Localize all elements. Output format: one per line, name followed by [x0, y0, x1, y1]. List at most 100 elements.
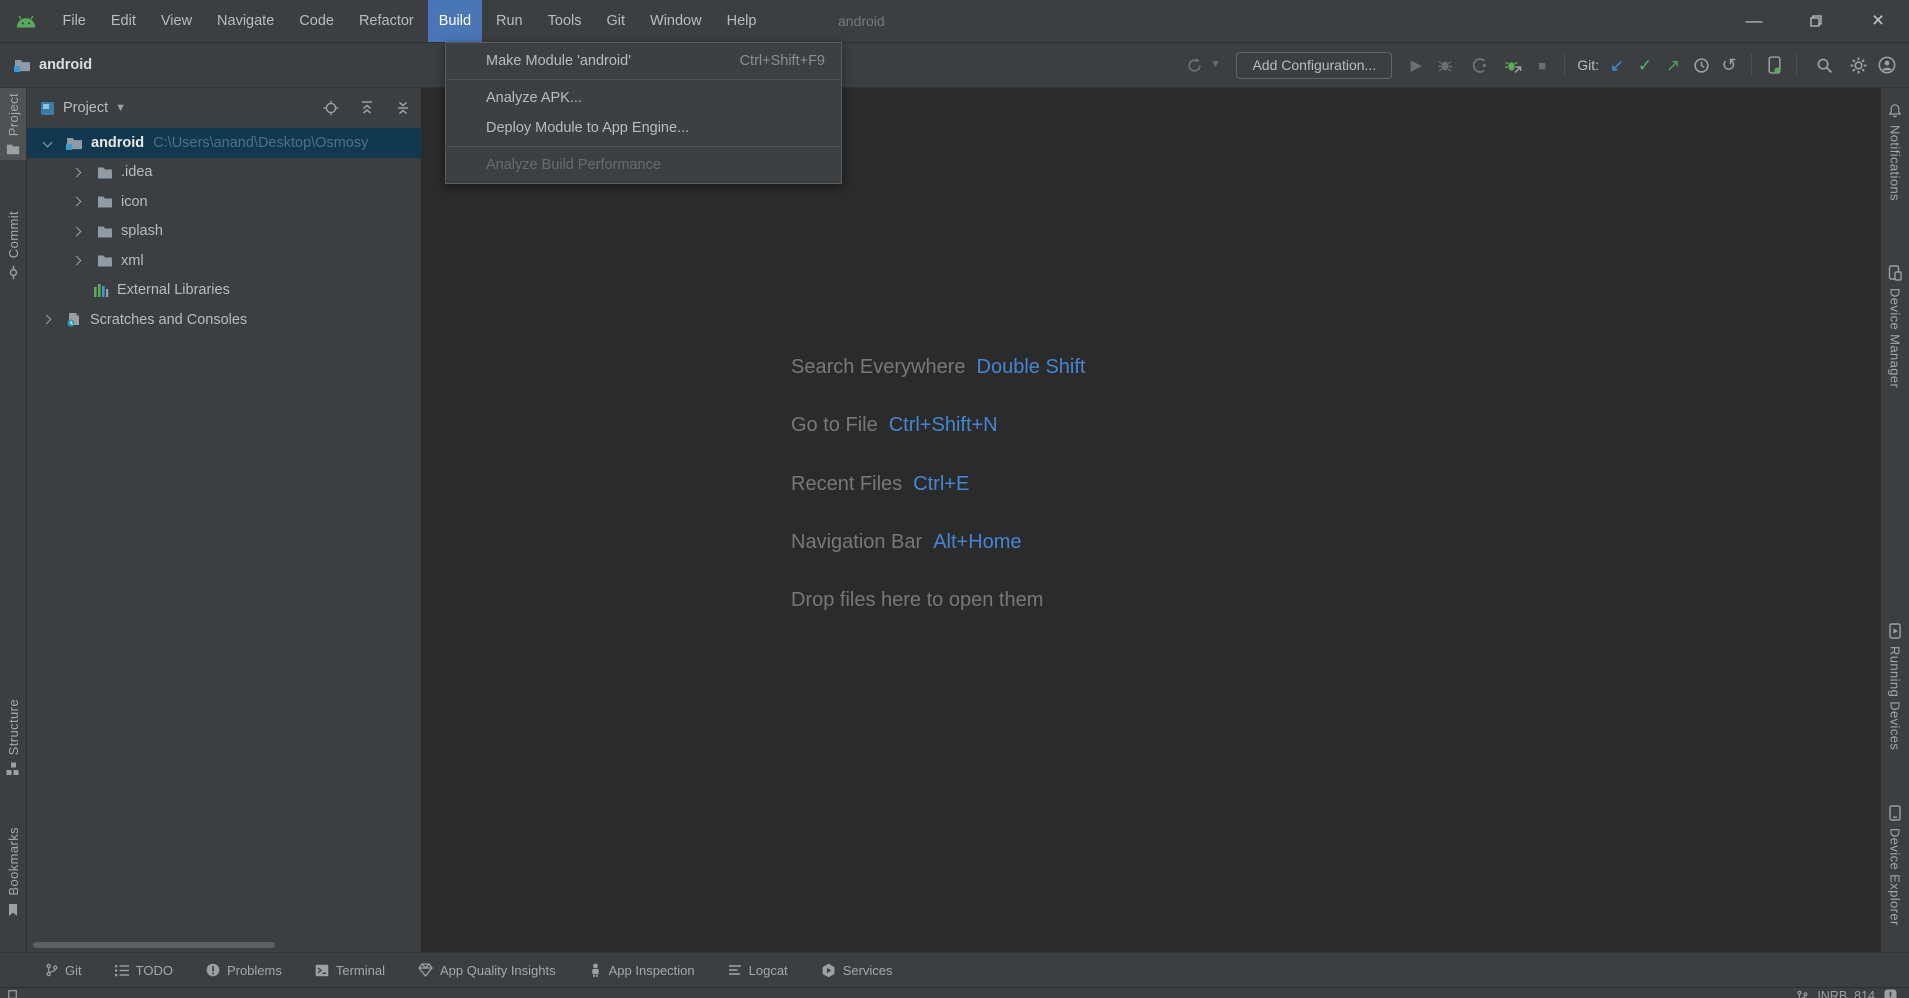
rollback-icon[interactable]: ↺ [1717, 53, 1741, 77]
tool-window-tab-device-manager[interactable]: Device Manager [1881, 260, 1909, 393]
menu-navigate[interactable]: Navigate [206, 0, 285, 42]
menu-build[interactable]: Build [428, 0, 482, 42]
chevron-expanded-icon[interactable] [43, 138, 53, 148]
notifications-badge-icon[interactable] [1884, 989, 1897, 998]
git-push-icon[interactable]: ↗ [1661, 53, 1685, 77]
menu-tools[interactable]: Tools [537, 0, 593, 42]
tree-row-idea[interactable]: .idea [27, 158, 421, 188]
git-commit-check-icon[interactable]: ✓ [1633, 53, 1657, 77]
toolbar-separator [1796, 54, 1797, 76]
git-update-icon[interactable]: ↙ [1605, 53, 1629, 77]
status-bar-right: INRB_814 [1796, 989, 1897, 998]
structure-grid-icon [6, 762, 20, 776]
logcat-lines-icon [728, 964, 742, 976]
services-hexagon-icon [821, 963, 836, 978]
bell-icon [1888, 103, 1902, 118]
chevron-down-icon[interactable]: ▼ [1211, 60, 1221, 70]
menu-item-deploy-module[interactable]: Deploy Module to App Engine... [446, 113, 841, 143]
tool-window-tab-todo[interactable]: TODO [115, 963, 173, 978]
chevron-down-icon[interactable]: ▼ [115, 102, 126, 114]
folder-icon [97, 166, 113, 179]
bottom-tool-window-bar: Git TODO Problems Terminal App Quality I… [0, 952, 1909, 987]
tool-window-tab-structure[interactable]: Structure [0, 694, 26, 781]
menu-git[interactable]: Git [595, 0, 636, 42]
tool-window-tab-problems[interactable]: Problems [206, 963, 282, 978]
module-folder-icon [66, 136, 83, 150]
git-branch-name[interactable]: INRB_814 [1817, 989, 1875, 998]
build-menu-dropdown: Make Module 'android' Ctrl+Shift+F9 Anal… [445, 42, 842, 184]
menu-view[interactable]: View [150, 0, 203, 42]
debug-button [1433, 53, 1457, 77]
menu-refactor[interactable]: Refactor [348, 0, 425, 42]
hint-shortcut: Double Shift [977, 356, 1086, 378]
menu-help[interactable]: Help [716, 0, 768, 42]
tool-window-tab-app-quality-insights[interactable]: App Quality Insights [418, 963, 556, 978]
navigation-bar-breadcrumb[interactable]: android [14, 57, 92, 73]
tool-window-tab-services[interactable]: Services [821, 963, 893, 978]
tool-window-tab-git[interactable]: Git [45, 963, 82, 978]
tool-window-tab-terminal[interactable]: Terminal [315, 963, 385, 978]
chevron-collapsed-icon[interactable] [72, 256, 82, 266]
device-manager-icon [1888, 265, 1902, 281]
settings-gear-icon[interactable] [1846, 53, 1870, 77]
chevron-collapsed-icon[interactable] [72, 167, 82, 177]
profiler-low-overhead-button[interactable] [1501, 53, 1525, 77]
tool-window-tab-project[interactable]: Project [0, 88, 26, 160]
hint-shortcut: Ctrl+Shift+N [889, 414, 998, 436]
menu-edit[interactable]: Edit [100, 0, 147, 42]
close-button[interactable]: × [1847, 0, 1909, 42]
hint-drop-files: Drop files here to open them [791, 589, 1043, 612]
minimize-button[interactable]: — [1723, 0, 1785, 42]
expand-all-icon[interactable] [359, 100, 375, 116]
menu-item-analyze-apk[interactable]: Analyze APK... [446, 83, 841, 113]
tree-row-android-root[interactable]: android C:\Users\anand\Desktop\Osmosy [27, 128, 421, 158]
bookmark-icon [7, 903, 19, 917]
project-view-selector[interactable]: Project [63, 100, 108, 116]
tool-window-tab-commit[interactable]: Commit [0, 206, 26, 285]
status-panel-icon[interactable] [8, 990, 17, 998]
tool-window-tab-app-inspection[interactable]: App Inspection [589, 963, 695, 978]
tool-window-tab-running-devices[interactable]: Running Devices [1881, 618, 1909, 755]
gem-icon [418, 963, 433, 977]
tree-row-icon[interactable]: icon [27, 187, 421, 217]
tree-row-scratches[interactable]: Scratches and Consoles [27, 305, 421, 335]
menu-file[interactable]: File [52, 0, 97, 42]
collapse-all-icon[interactable] [395, 100, 411, 116]
git-toolbar-label: Git: [1577, 57, 1599, 73]
sync-icon[interactable] [1183, 53, 1207, 77]
folder-icon [97, 225, 113, 238]
main-content: Project Commit Structure Bookmarks Proje… [0, 88, 1909, 952]
tree-row-external-libraries[interactable]: External Libraries [27, 276, 421, 306]
device-selector-icon[interactable] [1762, 53, 1786, 77]
git-branch-icon [1796, 990, 1808, 998]
menu-item-make-module[interactable]: Make Module 'android' Ctrl+Shift+F9 [446, 46, 841, 76]
tree-row-xml[interactable]: xml [27, 246, 421, 276]
project-tree: android C:\Users\anand\Desktop\Osmosy .i… [27, 128, 421, 335]
menu-code[interactable]: Code [288, 0, 345, 42]
tree-row-splash[interactable]: splash [27, 217, 421, 247]
maximize-button[interactable] [1785, 0, 1847, 42]
device-explorer-icon [1888, 805, 1902, 821]
chevron-collapsed-icon[interactable] [72, 197, 82, 207]
project-path: C:\Users\anand\Desktop\Osmosy [153, 135, 368, 151]
locate-file-icon[interactable] [323, 100, 339, 116]
commit-icon [6, 265, 21, 280]
add-configuration-button[interactable]: Add Configuration... [1236, 52, 1392, 79]
folder-icon [97, 195, 113, 208]
account-avatar-icon[interactable] [1875, 53, 1899, 77]
restore-icon [1810, 15, 1822, 27]
problems-icon [206, 963, 220, 977]
hint-shortcut: Ctrl+E [913, 473, 969, 495]
tool-window-tab-device-explorer[interactable]: Device Explorer [1881, 800, 1909, 931]
horizontal-scrollbar[interactable] [33, 942, 275, 948]
search-everywhere-icon[interactable] [1812, 53, 1836, 77]
tool-window-tab-notifications[interactable]: Notifications [1881, 98, 1909, 206]
tool-window-tab-logcat[interactable]: Logcat [728, 963, 788, 978]
menu-run[interactable]: Run [485, 0, 534, 42]
chevron-collapsed-icon[interactable] [72, 226, 82, 236]
chevron-collapsed-icon[interactable] [42, 315, 52, 325]
history-clock-icon[interactable] [1689, 53, 1713, 77]
hint-navigation-bar: Navigation BarAlt+Home [791, 531, 1022, 554]
tool-window-tab-bookmarks[interactable]: Bookmarks [0, 822, 26, 922]
menu-window[interactable]: Window [639, 0, 713, 42]
